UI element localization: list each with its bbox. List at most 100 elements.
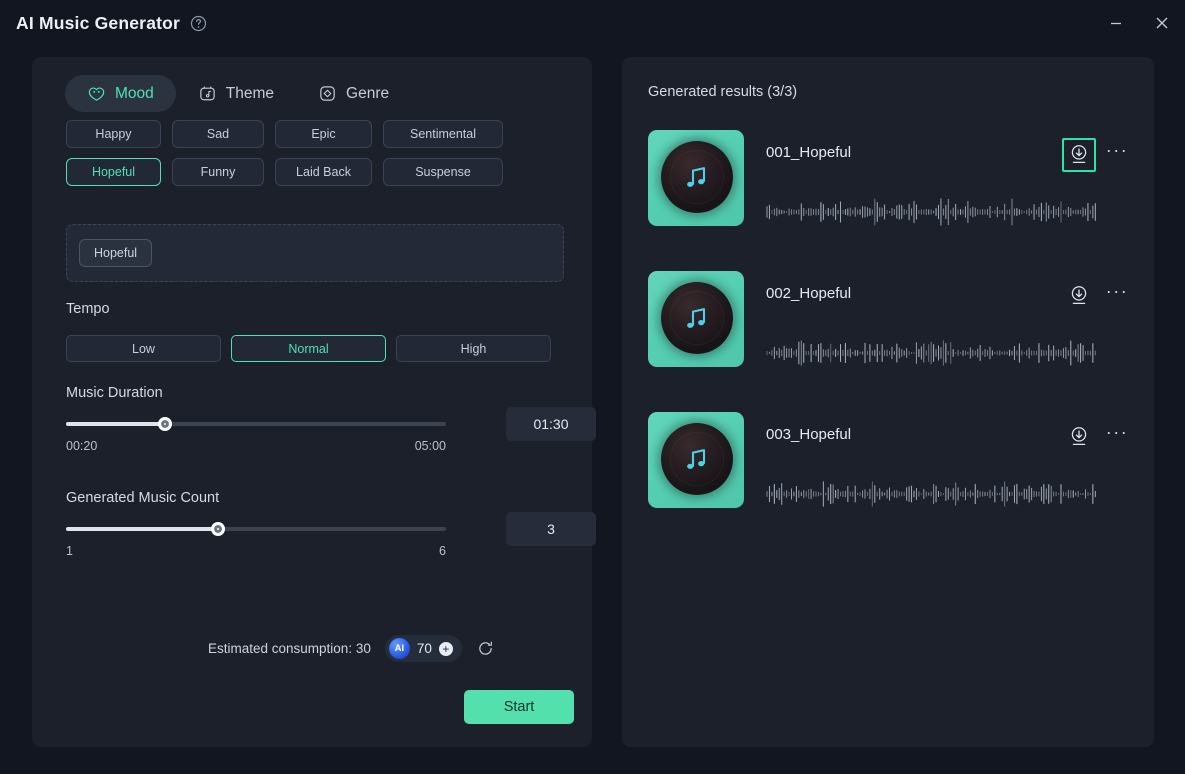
mood-chip-suspense[interactable]: Suspense — [383, 158, 503, 186]
mood-chip-label: Sentimental — [409, 127, 476, 141]
tab-theme-label: Theme — [225, 84, 275, 102]
mood-chip-row-1: Happy Sad Epic Sentimental — [66, 120, 566, 148]
more-dots-label: ··· — [1105, 281, 1129, 301]
download-circle-icon[interactable] — [1062, 279, 1096, 313]
category-tabs: Mood Theme Genre — [65, 75, 411, 112]
download-circle-icon[interactable] — [1062, 138, 1096, 172]
consumption-row: Estimated consumption: 30 AI 70 + — [208, 635, 496, 662]
mood-chip-label: Epic — [311, 127, 336, 141]
row-actions: ··· — [1062, 279, 1130, 313]
music-note-glyph — [680, 444, 712, 476]
tempo-section-label: Tempo — [66, 301, 110, 317]
ai-credit-icon: AI — [388, 638, 410, 659]
tab-theme[interactable]: Theme — [176, 75, 296, 112]
music-note-glyph — [680, 162, 712, 194]
start-button-label: Start — [503, 699, 535, 715]
table-row[interactable]: 003_Hopeful ··· — [648, 412, 1130, 553]
ai-badge-text: AI — [394, 643, 405, 654]
mood-chip-hopeful[interactable]: Hopeful — [66, 158, 161, 186]
music-count-min: 1 — [66, 544, 73, 558]
waveform[interactable] — [766, 479, 1098, 509]
title-bar: AI Music Generator — [0, 0, 1185, 46]
result-title: 003_Hopeful — [766, 426, 852, 443]
settings-panel: Mood Theme Genre Happy Sad Epic Sentimen… — [32, 57, 596, 747]
mood-face-icon — [87, 84, 106, 103]
tempo-option-normal[interactable]: Normal — [231, 335, 386, 362]
more-dots-icon[interactable]: ··· — [1104, 281, 1130, 309]
table-row[interactable]: 002_Hopeful ··· — [648, 271, 1130, 412]
music-count-label: Generated Music Count — [66, 490, 220, 506]
mood-chip-label: Suspense — [415, 165, 471, 179]
music-count-max: 6 — [439, 544, 446, 558]
music-duration-max: 05:00 — [414, 439, 446, 453]
tab-mood[interactable]: Mood — [65, 75, 176, 112]
tab-genre[interactable]: Genre — [296, 75, 411, 112]
selected-tag-label: Hopeful — [94, 246, 138, 260]
close-button[interactable] — [1139, 0, 1185, 46]
mood-chip-grid: Happy Sad Epic Sentimental Hopeful Funny… — [66, 120, 566, 196]
tempo-option-label: Normal — [288, 341, 329, 356]
music-count-value-text: 3 — [547, 521, 555, 537]
mood-chip-funny[interactable]: Funny — [172, 158, 264, 186]
waveform[interactable] — [766, 338, 1098, 368]
credits-badge[interactable]: AI 70 + — [384, 635, 462, 662]
tempo-option-label: Low — [132, 341, 155, 356]
mood-chip-label: Laid Back — [296, 165, 351, 179]
music-note-disc-icon — [648, 130, 744, 226]
music-note-glyph — [680, 303, 712, 335]
window-controls — [1093, 0, 1185, 46]
estimated-consumption-label: Estimated consumption: 30 — [208, 641, 371, 656]
more-dots-icon[interactable]: ··· — [1104, 140, 1130, 168]
mood-chip-label: Hopeful — [91, 165, 136, 179]
refresh-icon[interactable] — [476, 639, 496, 659]
more-dots-label: ··· — [1105, 422, 1129, 442]
question-circle-icon[interactable] — [190, 15, 207, 32]
music-note-disc-icon — [648, 271, 744, 367]
music-duration-value[interactable]: 01:30 — [506, 407, 596, 441]
minimize-button[interactable] — [1093, 0, 1139, 46]
mood-chip-sentimental[interactable]: Sentimental — [383, 120, 503, 148]
tempo-option-high[interactable]: High — [396, 335, 551, 362]
mood-chip-sad[interactable]: Sad — [172, 120, 264, 148]
tempo-option-label: High — [460, 341, 487, 356]
tab-genre-label: Genre — [346, 84, 390, 102]
page-title: AI Music Generator — [16, 12, 181, 33]
music-count-value[interactable]: 3 — [506, 512, 596, 546]
slider-thumb[interactable] — [157, 417, 172, 431]
add-credits-button[interactable]: + — [438, 641, 453, 656]
mood-chip-laid-back[interactable]: Laid Back — [275, 158, 372, 186]
more-dots-label: ··· — [1105, 140, 1129, 160]
result-title: 001_Hopeful — [766, 144, 852, 161]
mood-chip-happy[interactable]: Happy — [66, 120, 161, 148]
theme-music-icon — [198, 84, 217, 103]
selected-tags-box[interactable]: Hopeful — [66, 224, 564, 282]
table-row[interactable]: 001_Hopeful ··· — [648, 130, 1130, 271]
plus-icon: + — [442, 641, 450, 656]
slider-thumb[interactable] — [211, 522, 225, 536]
slider-fill — [66, 422, 165, 426]
music-duration-label: Music Duration — [66, 385, 163, 401]
start-button[interactable]: Start — [464, 690, 574, 724]
slider-fill — [66, 527, 218, 531]
download-circle-icon[interactable] — [1062, 420, 1096, 454]
music-note-disc-icon — [648, 412, 744, 508]
results-panel: Generated results (3/3) 001_Hopeful ··· … — [622, 57, 1154, 747]
row-actions: ··· — [1062, 420, 1130, 454]
mood-chip-row-2: Hopeful Funny Laid Back Suspense — [66, 158, 566, 186]
credits-count: 70 — [416, 641, 432, 656]
mood-chip-label: Sad — [206, 127, 230, 141]
mood-chip-label: Happy — [95, 127, 132, 141]
music-count-slider[interactable] — [66, 520, 446, 538]
results-list: 001_Hopeful ··· 002_Hopeful ··· 003_Hope… — [648, 130, 1130, 553]
result-title: 002_Hopeful — [766, 285, 852, 302]
selected-tag-hopeful[interactable]: Hopeful — [79, 239, 153, 267]
mood-chip-epic[interactable]: Epic — [275, 120, 372, 148]
row-actions: ··· — [1062, 138, 1130, 172]
music-duration-slider[interactable] — [66, 415, 446, 433]
music-duration-range: 00:20 05:00 — [66, 439, 446, 453]
more-dots-icon[interactable]: ··· — [1104, 422, 1130, 450]
music-count-range: 1 6 — [66, 544, 446, 558]
music-duration-control: 00:20 05:00 01:30 — [66, 407, 596, 453]
tempo-option-low[interactable]: Low — [66, 335, 221, 362]
waveform[interactable] — [766, 197, 1098, 227]
